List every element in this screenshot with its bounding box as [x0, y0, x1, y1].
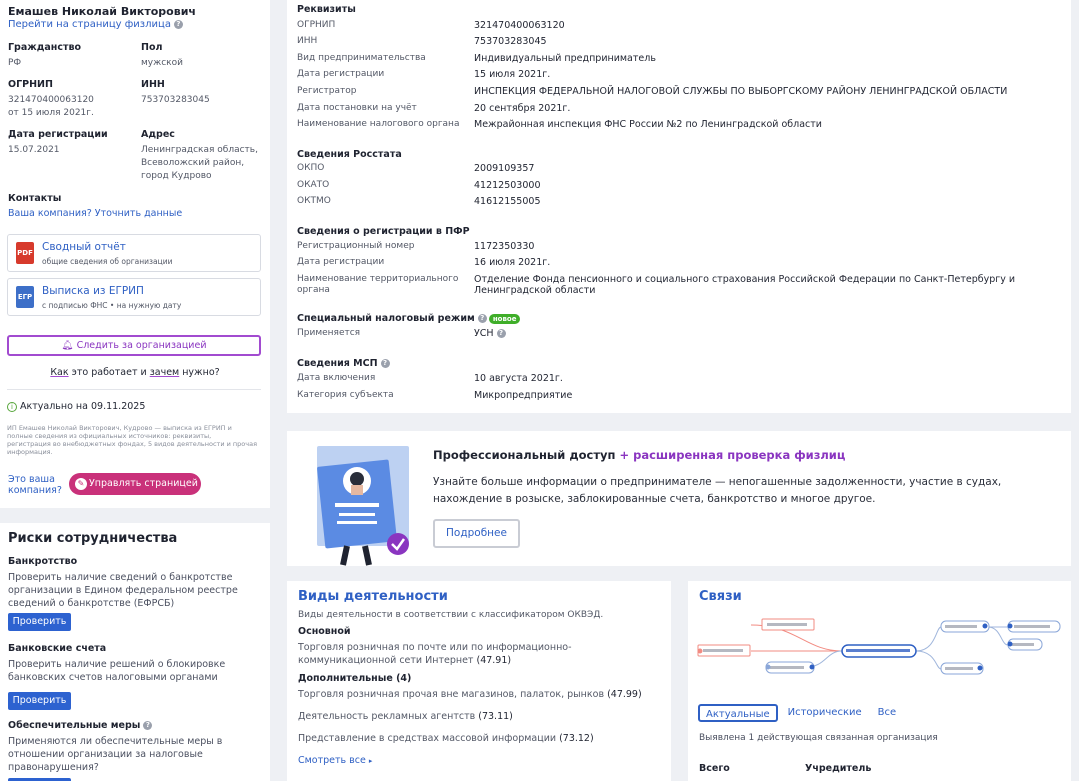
risk-bank-accounts: Банковские счета Проверить наличие решен…	[8, 643, 262, 710]
help-icon[interactable]: ?	[496, 329, 506, 338]
address-value: Ленинградская область, Всеволожский райо…	[141, 145, 258, 181]
follow-label: Следить за организацией	[76, 340, 207, 351]
main-activity: Торговля розничная по почте или по инфор…	[298, 642, 572, 666]
risk-title: Обеспечительные меры?	[8, 720, 262, 731]
extra-activities-label: Дополнительные (4)	[298, 673, 412, 684]
tab-historical[interactable]: Исторические	[782, 704, 868, 722]
activities-card: Виды деятельности Виды деятельности в со…	[287, 581, 671, 781]
inn-label: ИНН	[141, 79, 165, 90]
ogrnip-value: 321470400063120	[8, 95, 94, 105]
risk-bankruptcy: Банкротство Проверить наличие сведений о…	[8, 556, 262, 631]
check-bankruptcy-button[interactable]: Проверить	[8, 613, 71, 631]
pfr-title: Сведения о регистрации в ПФР	[297, 226, 470, 237]
why-link[interactable]: зачем	[150, 367, 180, 378]
risk-text: Применяются ли обеспечительные меры в от…	[8, 736, 223, 773]
regdate-value: 15.07.2021	[8, 145, 60, 155]
links-card: Связи Актуальные Исторические Все Выявле…	[688, 581, 1071, 781]
activities-subtitle: Виды деятельности в соответствии с класс…	[298, 610, 604, 620]
actuality-status: i Актуально на 09.11.2025	[7, 401, 145, 412]
egrip-extract-subtitle: с подписью ФНС • на нужную дату	[42, 301, 182, 310]
help-icon[interactable]: ?	[477, 314, 487, 323]
pro-access-illustration	[317, 446, 409, 566]
links-title: Связи	[699, 589, 742, 604]
divider	[7, 389, 261, 390]
how-it-works: Как это работает и зачем нужно?	[0, 367, 270, 378]
how-link[interactable]: Как	[50, 367, 68, 378]
document-icon: ЕГР	[16, 286, 34, 308]
manage-page-label: Управлять страницей	[89, 478, 198, 489]
extra-activity: Деятельность рекламных агентств (73.11)	[298, 711, 513, 722]
requisites-title: Реквизиты	[297, 4, 356, 15]
pro-access-title: Профессиональный доступ + расширенная пр…	[433, 448, 846, 462]
egrip-extract-button[interactable]: ЕГР Выписка из ЕГРИП с подписью ФНС • на…	[7, 278, 261, 316]
links-tabs: Актуальные Исторические Все	[698, 704, 906, 722]
chevron-right-icon: ▸	[368, 757, 373, 765]
contacts-link[interactable]: Ваша компания? Уточнить данные	[8, 208, 182, 219]
manage-page-button[interactable]: ✎ Управлять страницей	[69, 473, 201, 495]
gender-label: Пол	[141, 42, 163, 53]
pro-access-card: Профессиональный доступ + расширенная пр…	[287, 431, 1071, 566]
gender-value: мужской	[141, 58, 183, 68]
see-all-link[interactable]: Смотреть все ▸	[298, 755, 660, 766]
regdate-label: Дата регистрации	[8, 129, 108, 140]
ogrnip-label: ОГРНИП	[8, 79, 53, 90]
extra-activity: Торговля розничная прочая вне магазинов,…	[298, 689, 642, 700]
activities-title: Виды деятельности	[298, 589, 448, 604]
summary-report-title: Сводный отчёт	[42, 241, 126, 253]
summary-report-button[interactable]: PDF Сводный отчёт общие сведения об орга…	[7, 234, 261, 272]
risk-text: Проверить наличие решений о блокировке б…	[8, 659, 226, 683]
ogrnip-date: от 15 июля 2021г.	[8, 108, 94, 118]
citizenship-label: Гражданство	[8, 42, 82, 53]
founder-label: Учредитель	[805, 763, 872, 774]
links-found-text: Выявлена 1 действующая связанная организ…	[699, 733, 938, 743]
profile-fields: Гражданство РФ Пол мужской ОГРНИП 321470…	[8, 42, 262, 183]
profile-card: Емашев Николай Викторович Перейти на стр…	[0, 0, 270, 508]
citizenship-value: РФ	[8, 58, 22, 68]
risk-title: Банковские счета	[8, 643, 107, 654]
help-icon[interactable]: ?	[380, 359, 390, 368]
pro-access-description: Узнайте больше информации о предпринимат…	[433, 476, 1002, 505]
tab-all[interactable]: Все	[872, 704, 903, 722]
tab-actual[interactable]: Актуальные	[698, 704, 778, 722]
requisites-card: Реквизиты ОГРНИП 321470400063120 ИНН 75370…	[287, 0, 1071, 413]
actuality-text: Актуально на 09.11.2025	[20, 401, 146, 412]
contacts-label: Контакты	[8, 193, 62, 204]
new-badge: новое	[488, 313, 521, 324]
summary-report-subtitle: общие сведения об организации	[42, 257, 173, 266]
check-accounts-button[interactable]: Проверить	[8, 692, 71, 710]
egrip-extract-title: Выписка из ЕГРИП	[42, 285, 144, 297]
bell-icon: 🔔︎	[61, 340, 77, 351]
main-activity-label: Основной	[298, 626, 351, 637]
risks-card: Риски сотрудничества Банкротство Провери…	[0, 523, 270, 781]
more-details-button[interactable]: Подробнее	[433, 519, 520, 548]
rosstat-title: Сведения Росстата	[297, 149, 402, 160]
person-page-link[interactable]: Перейти на страницу физлица	[8, 19, 171, 30]
disclaimer-text: ИП Емашев Николай Викторович, Кудрово — …	[7, 424, 258, 456]
risk-interim-measures: Обеспечительные меры? Применяются ли обе…	[8, 720, 262, 781]
how-text-2: нужно?	[179, 367, 220, 378]
entrepreneur-name: Емашев Николай Викторович	[8, 5, 196, 18]
msp-title: Сведения МСП?	[297, 358, 390, 369]
help-icon[interactable]: ?	[143, 721, 153, 730]
links-columns: Всего Учредитель	[699, 763, 871, 774]
links-graph	[697, 618, 1061, 675]
risks-title: Риски сотрудничества	[8, 531, 178, 546]
how-text-1: это работает и	[68, 367, 150, 378]
pdf-icon: PDF	[16, 242, 34, 264]
risk-text: Проверить наличие сведений о банкротстве…	[8, 572, 238, 609]
gear-icon: ✎	[75, 478, 87, 490]
address-label: Адрес	[141, 129, 175, 140]
extra-activity: Представление в средствах массовой инфор…	[298, 733, 594, 744]
info-check-icon: i	[7, 401, 17, 412]
follow-organization-button[interactable]: 🔔︎ Следить за организацией	[7, 335, 261, 356]
risk-title: Банкротство	[8, 556, 78, 567]
total-label: Всего	[699, 763, 730, 774]
your-company-link[interactable]: Это ваша компания?	[8, 474, 66, 496]
help-icon[interactable]: ?	[173, 19, 183, 29]
tax-regime-title: Специальный налоговый режим? новое	[297, 313, 521, 324]
inn-value: 753703283045	[141, 95, 210, 105]
